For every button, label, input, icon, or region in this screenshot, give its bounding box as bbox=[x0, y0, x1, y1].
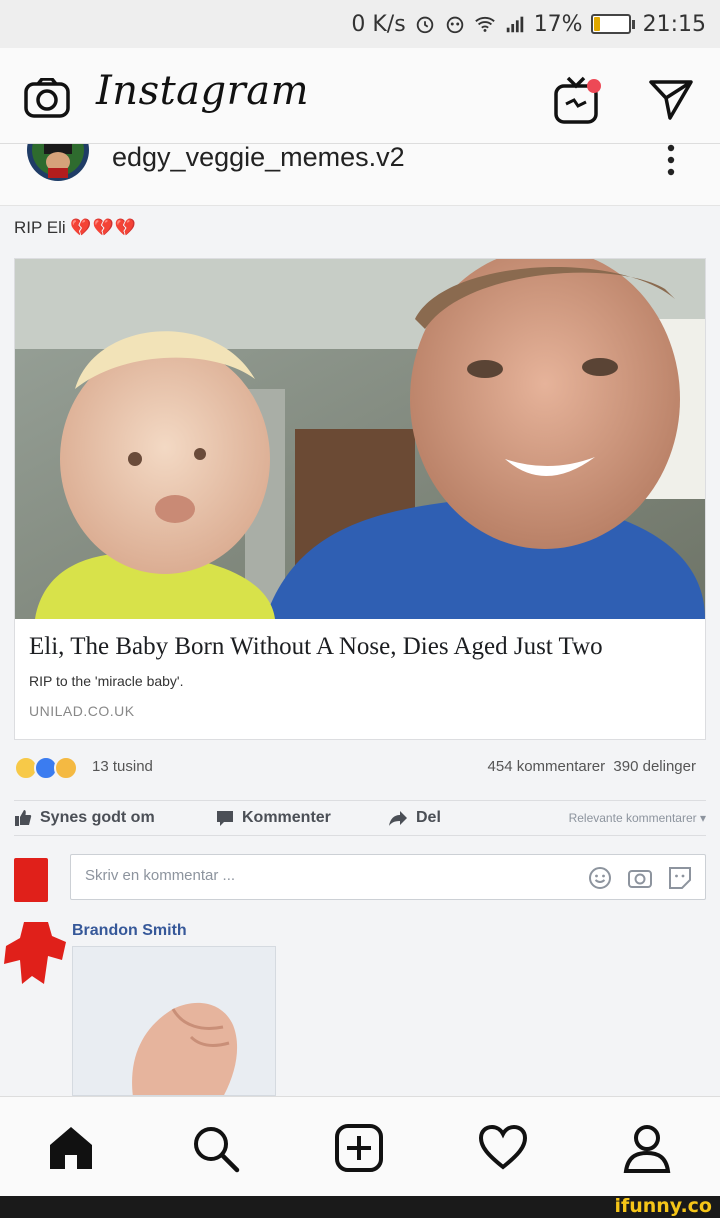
instagram-logo: Instagram bbox=[96, 68, 310, 114]
caption-text: RIP Eli bbox=[14, 218, 66, 237]
comment-item: Brandon Smith bbox=[0, 916, 720, 1096]
reaction-summary: 13 tusind 454 kommentarer 390 delinger bbox=[14, 754, 706, 784]
action-bar: Synes godt om Kommenter Del Relevante ko… bbox=[14, 800, 706, 836]
comment-share-counts[interactable]: 454 kommentarer 390 delinger bbox=[488, 758, 696, 775]
comment-bubble-icon bbox=[217, 811, 233, 826]
account-avatar[interactable] bbox=[26, 144, 90, 184]
post-caption: RIP Eli 💔💔💔 bbox=[14, 218, 137, 238]
article-domain: UNILAD.CO.UK bbox=[29, 703, 135, 719]
instagram-header: Instagram bbox=[0, 48, 720, 144]
share-count[interactable]: 390 delinger bbox=[613, 758, 696, 775]
home-icon[interactable] bbox=[46, 1123, 96, 1173]
alarm-icon bbox=[416, 16, 433, 34]
comment-label: Kommenter bbox=[242, 809, 331, 826]
comment-button[interactable]: Kommenter bbox=[216, 809, 331, 827]
commenter-avatar[interactable] bbox=[2, 920, 68, 986]
activity-heart-icon[interactable] bbox=[478, 1123, 528, 1173]
profile-icon[interactable] bbox=[622, 1123, 672, 1173]
reaction-count[interactable]: 13 tusind bbox=[92, 758, 153, 775]
share-button[interactable]: Del bbox=[388, 809, 441, 827]
post-image: RIP Eli 💔💔💔 Eli, The Baby Born Without A… bbox=[0, 206, 720, 1096]
comment-author[interactable]: Brandon Smith bbox=[72, 922, 187, 940]
shared-article-card[interactable]: Eli, The Baby Born Without A Nose, Dies … bbox=[14, 258, 706, 740]
wifi-icon bbox=[474, 16, 495, 32]
user-avatar bbox=[14, 858, 48, 902]
watermark-bar: ifunny.co bbox=[0, 1195, 720, 1218]
share-label: Del bbox=[416, 809, 441, 826]
comment-composer: Skriv en kommentar ... bbox=[14, 854, 706, 904]
wow-reaction-icon bbox=[54, 756, 78, 780]
share-arrow-icon bbox=[389, 811, 407, 826]
fist-image bbox=[132, 1002, 238, 1095]
article-photo bbox=[15, 259, 705, 619]
comment-count[interactable]: 454 kommentarer bbox=[488, 758, 606, 775]
post-account-row: edgy_veggie_memes.v2 bbox=[0, 142, 720, 206]
cat-icon bbox=[446, 16, 463, 34]
network-speed: 0 K/s bbox=[351, 11, 406, 37]
direct-message-icon[interactable] bbox=[648, 78, 694, 122]
article-headline[interactable]: Eli, The Baby Born Without A Nose, Dies … bbox=[29, 633, 603, 661]
comment-input[interactable]: Skriv en kommentar ... bbox=[70, 854, 706, 900]
account-username[interactable]: edgy_veggie_memes.v2 bbox=[112, 142, 405, 173]
sticker-icon[interactable] bbox=[667, 865, 693, 891]
comment-sort-dropdown[interactable]: Relevante kommentarer ▾ bbox=[569, 811, 706, 825]
like-label: Synes godt om bbox=[40, 809, 155, 826]
like-button[interactable]: Synes godt om bbox=[14, 809, 155, 827]
battery-fill bbox=[593, 17, 600, 31]
more-options-icon[interactable] bbox=[664, 144, 678, 184]
comment-image[interactable] bbox=[72, 946, 276, 1096]
broken-hearts: 💔💔💔 bbox=[70, 218, 137, 237]
clock: 21:15 bbox=[642, 11, 706, 37]
camera-small-icon[interactable] bbox=[627, 865, 653, 891]
thumbs-up-icon bbox=[15, 810, 32, 826]
camera-icon[interactable] bbox=[24, 78, 70, 118]
battery-percent: 17% bbox=[533, 11, 583, 37]
article-subline: RIP to the 'miracle baby'. bbox=[29, 673, 184, 689]
emoji-icon[interactable] bbox=[587, 865, 613, 891]
bottom-navigation bbox=[0, 1096, 720, 1196]
add-post-icon[interactable] bbox=[334, 1123, 384, 1173]
reaction-icons[interactable] bbox=[14, 756, 78, 780]
ifunny-watermark: ifunny.co bbox=[614, 1195, 712, 1217]
battery-icon bbox=[590, 14, 635, 34]
igtv-icon[interactable] bbox=[552, 74, 604, 126]
search-icon[interactable] bbox=[190, 1123, 240, 1173]
signal-icon bbox=[506, 16, 523, 33]
comment-placeholder: Skriv en kommentar ... bbox=[85, 867, 236, 884]
status-bar: 0 K/s 17% 21:15 bbox=[0, 0, 720, 48]
